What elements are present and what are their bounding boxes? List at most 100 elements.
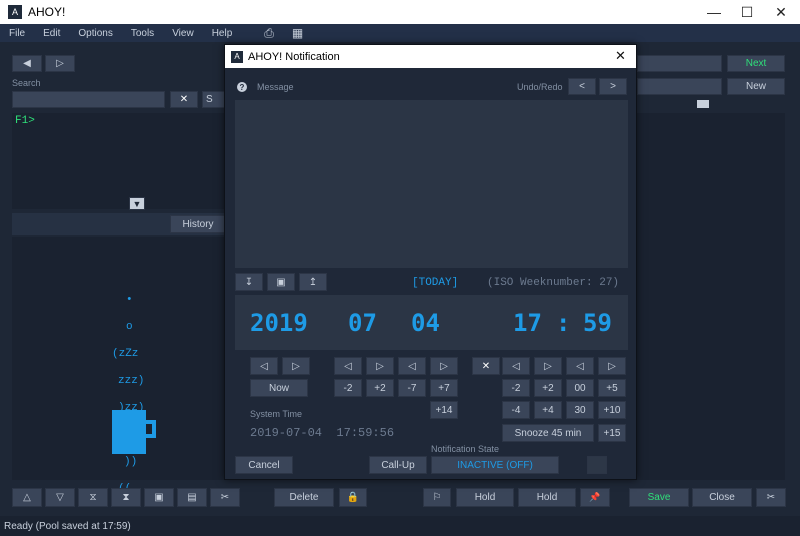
minute-dec-button[interactable]: ◁ xyxy=(566,357,594,375)
cancel-button[interactable]: Cancel xyxy=(235,456,293,474)
minute-inc-button[interactable]: ▷ xyxy=(598,357,626,375)
year-inc-button[interactable]: ▷ xyxy=(282,357,310,375)
move-down-button[interactable]: ▽ xyxy=(45,488,75,507)
floppy-icon: ▣ xyxy=(276,276,286,288)
minute-30-button[interactable]: 30 xyxy=(566,401,594,419)
art-line: zzz) xyxy=(118,374,145,387)
undo-button[interactable]: < xyxy=(568,78,596,95)
iso-weeknumber-label: (ISO Weeknumber: 27) xyxy=(487,277,620,289)
day-minus-7-button[interactable]: -7 xyxy=(398,379,426,397)
art-line: • xyxy=(126,293,133,306)
close-window-button[interactable]: ✕ xyxy=(764,0,798,24)
month-value: 07 xyxy=(348,309,377,337)
nav-next-button[interactable]: ▷ xyxy=(45,55,75,72)
state-option-button[interactable] xyxy=(587,456,607,474)
app-title-bar: A AHOY! xyxy=(0,0,800,24)
menu-help[interactable]: Help xyxy=(203,28,242,39)
hold-button-2[interactable]: Hold xyxy=(518,488,576,507)
system-time-label: System Time xyxy=(250,409,303,419)
save-button[interactable]: Save xyxy=(629,488,689,507)
lock-icon: 🔒 xyxy=(346,492,360,503)
pin-button[interactable]: 📌 xyxy=(580,488,610,507)
scissors-button[interactable]: ✂ xyxy=(210,488,240,507)
redo-button[interactable]: > xyxy=(599,78,627,95)
mini-icon xyxy=(697,100,709,108)
move-top-button[interactable]: ⧖ xyxy=(78,488,108,507)
hour-dec-button[interactable]: ◁ xyxy=(502,357,530,375)
hour-minus-4-button[interactable]: -4 xyxy=(502,401,530,419)
hour-plus-4-button[interactable]: +4 xyxy=(534,401,562,419)
hour-minus-2-button[interactable]: -2 xyxy=(502,379,530,397)
lock-button[interactable]: 🔒 xyxy=(339,488,367,507)
status-bar: Ready (Pool saved at 17:59) xyxy=(0,516,800,536)
flag-button[interactable]: ⚐ xyxy=(423,488,451,507)
move-up-button[interactable]: △ xyxy=(12,488,42,507)
minute-plus-10-button[interactable]: +10 xyxy=(598,401,626,419)
day-plus-2-button[interactable]: +2 xyxy=(366,379,394,397)
day-inc-button[interactable]: ▷ xyxy=(430,357,458,375)
day-minus-2-button[interactable]: -2 xyxy=(334,379,362,397)
dialog-logo-icon: A xyxy=(231,50,243,63)
maximize-button[interactable]: ☐ xyxy=(730,0,764,24)
year-value: 2019 xyxy=(250,309,308,337)
minute-plus-5-button[interactable]: +5 xyxy=(598,379,626,397)
search-clear-button[interactable]: ✕ xyxy=(170,91,198,108)
menu-view[interactable]: View xyxy=(163,28,203,39)
search-input[interactable] xyxy=(12,91,165,108)
command-console[interactable] xyxy=(12,113,226,209)
year-dec-button[interactable]: ◁ xyxy=(250,357,278,375)
day-value: 04 xyxy=(411,309,440,337)
month-dec-button[interactable]: ◁ xyxy=(334,357,362,375)
dialog-close-button[interactable]: ✕ xyxy=(615,48,626,64)
app-title: AHOY! xyxy=(28,5,66,19)
next-button[interactable]: Next xyxy=(727,55,785,72)
sleep-ascii-art: • o (zZz zzz) )zz) (Z( )) (( xyxy=(112,280,152,510)
time-colon: : xyxy=(556,309,571,337)
art-line: )) xyxy=(124,455,138,468)
notification-state-toggle[interactable]: INACTIVE (OFF) xyxy=(431,456,559,474)
minute-00-button[interactable]: 00 xyxy=(566,379,594,397)
undo-redo-label: Undo/Redo xyxy=(517,82,563,92)
hold-button-1[interactable]: Hold xyxy=(456,488,514,507)
notification-dialog: A AHOY! Notification ✕ ? Message Undo/Re… xyxy=(224,44,637,480)
import-button[interactable]: ↧ xyxy=(235,273,263,291)
save-file-button[interactable]: ▣ xyxy=(267,273,295,291)
bookmark-button[interactable]: ▣ xyxy=(144,488,174,507)
history-button[interactable]: History xyxy=(170,215,226,233)
dropdown-arrow-button[interactable]: ▼ xyxy=(129,197,145,210)
hour-inc-button[interactable]: ▷ xyxy=(534,357,562,375)
right-input-2[interactable] xyxy=(637,78,722,95)
nav-prev-button[interactable]: ◀ xyxy=(12,55,42,72)
day-dec-button[interactable]: ◁ xyxy=(398,357,426,375)
hour-value: 17 xyxy=(513,309,542,337)
clear-time-button[interactable]: ✕ xyxy=(472,357,500,375)
search-button[interactable]: S xyxy=(202,91,226,108)
minute-plus-15-button[interactable]: +15 xyxy=(598,424,626,442)
delete-button[interactable]: Delete xyxy=(274,488,334,507)
snooze-button[interactable]: Snooze 45 min xyxy=(502,424,594,442)
menu-tools[interactable]: Tools xyxy=(122,28,163,39)
help-icon[interactable]: ? xyxy=(237,82,247,92)
list-button[interactable]: ▤ xyxy=(177,488,207,507)
menu-edit[interactable]: Edit xyxy=(34,28,69,39)
coffee-cup-icon xyxy=(112,410,146,454)
call-up-button[interactable]: Call-Up xyxy=(369,456,427,474)
move-bottom-button[interactable]: ⧗ xyxy=(111,488,141,507)
day-plus-7-button[interactable]: +7 xyxy=(430,379,458,397)
right-input-1[interactable] xyxy=(637,55,722,72)
hour-plus-2-button[interactable]: +2 xyxy=(534,379,562,397)
day-plus-14-button[interactable]: +14 xyxy=(430,401,458,419)
settings-scissors-button[interactable]: ✂ xyxy=(756,488,786,507)
printer-icon[interactable]: ⎙ xyxy=(255,26,283,41)
minimize-button[interactable]: — xyxy=(697,0,731,24)
calendar-icon[interactable]: ▦ xyxy=(283,26,312,40)
close-button[interactable]: Close xyxy=(692,488,752,507)
menu-file[interactable]: File xyxy=(0,28,34,39)
message-textarea[interactable] xyxy=(235,100,628,268)
now-button[interactable]: Now xyxy=(250,379,308,397)
menu-options[interactable]: Options xyxy=(69,28,121,39)
month-inc-button[interactable]: ▷ xyxy=(366,357,394,375)
export-button[interactable]: ↥ xyxy=(299,273,327,291)
new-button[interactable]: New xyxy=(727,78,785,95)
art-line: (zZz xyxy=(112,347,139,360)
